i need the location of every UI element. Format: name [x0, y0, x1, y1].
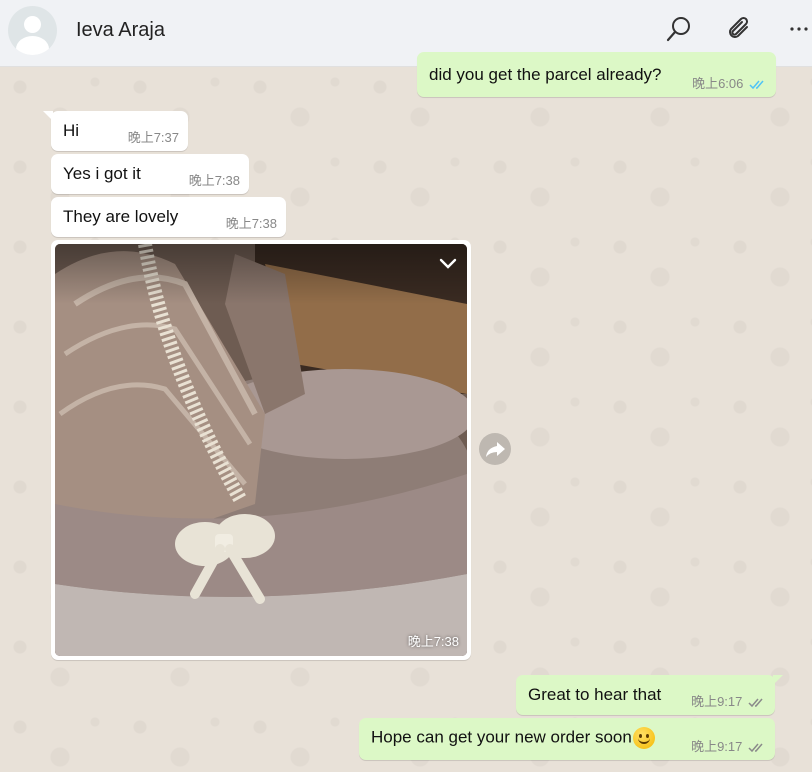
- message-time: 晚上7:38: [407, 634, 459, 649]
- slightly-smiling-face-icon: [632, 727, 655, 749]
- message-time: 晚上6:06: [692, 73, 767, 92]
- message-time-text: 晚上6:06: [692, 76, 744, 91]
- avatar-head: [24, 16, 41, 33]
- message-bubble-outgoing[interactable]: Great to hear that 晚上9:17: [516, 675, 783, 715]
- menu-icon[interactable]: [786, 14, 812, 44]
- message-text-content: Hope can get your new order soon: [371, 727, 632, 747]
- message-time: 晚上9:17: [691, 691, 766, 710]
- photo-top-shade: [55, 244, 467, 304]
- delivered-ticks-icon: [748, 698, 763, 708]
- forward-icon: [486, 442, 505, 457]
- message-text: Hope can get your new order soon: [371, 727, 655, 749]
- message-time: 晚上7:38: [225, 216, 277, 231]
- message-text: Yes i got it: [63, 164, 141, 183]
- message-text: They are lovely: [63, 207, 179, 226]
- message-time: 晚上7:38: [188, 173, 240, 188]
- chevron-down-icon[interactable]: [437, 252, 459, 274]
- message-bubble-outgoing[interactable]: Hope can get your new order soon 晚上9:17: [359, 718, 775, 760]
- message-time-text: 晚上9:17: [691, 739, 743, 754]
- message-time: 晚上7:37: [127, 130, 179, 145]
- avatar-body: [16, 36, 49, 55]
- bubble-tail: [43, 111, 53, 121]
- forward-button[interactable]: [479, 433, 511, 465]
- contact-name[interactable]: Ieva Araja: [76, 19, 165, 42]
- message-bubble-incoming[interactable]: Yes i got it 晚上7:38: [51, 154, 249, 194]
- read-ticks-icon: [749, 80, 764, 90]
- attach-icon[interactable]: [725, 14, 755, 44]
- search-icon[interactable]: [664, 14, 694, 44]
- avatar[interactable]: [8, 6, 57, 55]
- message-bubble-incoming[interactable]: Hi 晚上7:37: [43, 111, 188, 151]
- message-bubble-outgoing[interactable]: did you get the parcel already? 晚上6:06: [417, 52, 776, 97]
- photo-content-bassinet: [55, 244, 467, 656]
- message-image-bubble[interactable]: 晚上7:38: [51, 240, 471, 660]
- message-text: did you get the parcel already?: [429, 65, 662, 84]
- message-text: Hi: [63, 121, 80, 140]
- message-time-text: 晚上9:17: [691, 694, 743, 709]
- delivered-ticks-icon: [748, 743, 763, 753]
- bubble-tail: [773, 675, 783, 685]
- message-time: 晚上9:17: [691, 736, 766, 755]
- message-text: Great to hear that: [528, 685, 662, 704]
- message-bubble-incoming[interactable]: They are lovely 晚上7:38: [51, 197, 286, 237]
- message-photo[interactable]: 晚上7:38: [55, 244, 467, 656]
